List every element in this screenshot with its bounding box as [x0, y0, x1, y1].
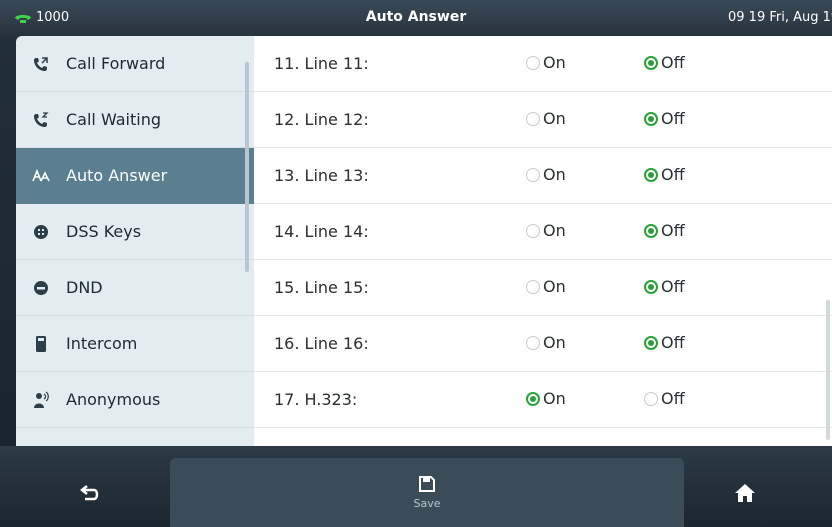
menu-label: Auto Answer [66, 166, 168, 185]
setting-label: 14. Line 14: [274, 222, 369, 241]
menu-item-intercom[interactable]: Intercom [16, 316, 254, 372]
dnd-icon [16, 280, 66, 296]
setting-row-line-13: 13. Line 13: On Off [254, 148, 832, 204]
radio-on-label: On [543, 53, 566, 72]
home-icon [735, 483, 755, 502]
dss-keys-icon [16, 224, 66, 240]
radio-off-label: Off [661, 389, 685, 408]
back-button[interactable] [60, 458, 120, 527]
menu-label: Call Waiting [66, 110, 162, 129]
radio-off-label: Off [661, 109, 685, 128]
radio-on[interactable]: On [526, 109, 566, 128]
call-waiting-icon [16, 111, 66, 128]
radio-on[interactable]: On [526, 333, 566, 352]
menu-item-dss-keys[interactable]: DSS Keys [16, 204, 254, 260]
radio-off-label: Off [661, 165, 685, 184]
date-time: 09 19 Fri, Aug 19 [728, 10, 832, 25]
radio-checked-icon [644, 111, 658, 126]
radio-checked-icon [526, 391, 540, 406]
home-button[interactable] [715, 458, 775, 527]
menu-label: Intercom [66, 334, 138, 353]
intercom-icon [16, 335, 66, 353]
menu-item-dnd[interactable]: DND [16, 260, 254, 316]
setting-label: 13. Line 13: [274, 166, 369, 185]
radio-circle-icon [526, 55, 540, 70]
softkey-bar: Save [0, 446, 832, 527]
save-label: Save [413, 497, 441, 510]
radio-checked-icon [644, 55, 658, 70]
setting-label: 12. Line 12: [274, 110, 369, 129]
menu-item-auto-answer[interactable]: Auto Answer [16, 148, 254, 204]
setting-label: 17. H.323: [274, 390, 358, 409]
setting-row-line-15: 15. Line 15: On Off [254, 260, 832, 316]
radio-on[interactable]: On [526, 221, 566, 240]
radio-on[interactable]: On [526, 389, 566, 408]
radio-off-label: Off [661, 53, 685, 72]
setting-row-h323: 17. H.323: On Off [254, 372, 832, 428]
radio-off[interactable]: Off [644, 389, 685, 408]
radio-on[interactable]: On [526, 277, 566, 296]
radio-off[interactable]: Off [644, 221, 685, 240]
radio-on-label: On [543, 277, 566, 296]
page-title: Auto Answer [365, 9, 467, 25]
radio-on[interactable]: On [526, 165, 566, 184]
setting-row-line-12: 12. Line 12: On Off [254, 92, 832, 148]
radio-circle-icon [526, 167, 540, 182]
radio-off[interactable]: Off [644, 109, 685, 128]
radio-checked-icon [644, 167, 658, 182]
menu-item-anonymous[interactable]: Anonymous [16, 372, 254, 428]
radio-circle-icon [526, 279, 540, 294]
radio-checked-icon [644, 279, 658, 294]
menu-item-call-forward[interactable]: Call Forward [16, 36, 254, 92]
setting-row-line-14: 14. Line 14: On Off [254, 204, 832, 260]
menu-label: DSS Keys [66, 222, 142, 241]
back-arrow-icon [79, 484, 99, 500]
auto-answer-settings: 11. Line 11: On Off 12. Line 12: On Off … [254, 36, 832, 446]
radio-checked-icon [644, 223, 658, 238]
radio-on-label: On [543, 221, 566, 240]
phone-screen: 1000 Auto Answer 09 19 Fri, Aug 19 Call … [0, 0, 832, 527]
radio-on-label: On [543, 165, 566, 184]
menu-label: Call Forward [66, 54, 166, 73]
radio-off[interactable]: Off [644, 165, 685, 184]
setting-label: 16. Line 16: [274, 334, 369, 353]
settings-menu: Call Forward Call Waiting Auto Answer DS… [16, 36, 254, 446]
radio-circle-icon [526, 223, 540, 238]
radio-on-label: On [543, 389, 566, 408]
menu-scrollbar[interactable] [245, 62, 249, 272]
radio-on-label: On [543, 333, 566, 352]
radio-checked-icon [644, 335, 658, 350]
setting-row-line-16: 16. Line 16: On Off [254, 316, 832, 372]
radio-circle-icon [526, 111, 540, 126]
setting-label: 15. Line 15: [274, 278, 369, 297]
call-forward-icon [16, 56, 66, 72]
menu-label: Anonymous [66, 390, 161, 409]
setting-label: 11. Line 11: [274, 54, 369, 73]
save-button[interactable]: Save [170, 458, 684, 527]
radio-off-label: Off [661, 277, 685, 296]
radio-off-label: Off [661, 221, 685, 240]
radio-on[interactable]: On [526, 53, 566, 72]
menu-item-call-waiting[interactable]: Call Waiting [16, 92, 254, 148]
save-icon [419, 476, 435, 492]
radio-on-label: On [543, 109, 566, 128]
setting-row-line-11: 11. Line 11: On Off [254, 36, 832, 92]
status-bar: 1000 Auto Answer 09 19 Fri, Aug 19 [0, 0, 832, 38]
radio-off-label: Off [661, 333, 685, 352]
radio-circle-icon [526, 335, 540, 350]
radio-circle-icon [644, 391, 658, 406]
radio-off[interactable]: Off [644, 53, 685, 72]
anonymous-icon [16, 391, 66, 409]
radio-off[interactable]: Off [644, 333, 685, 352]
radio-off[interactable]: Off [644, 277, 685, 296]
auto-answer-icon [16, 168, 66, 183]
content-scrollbar[interactable] [826, 300, 830, 440]
menu-label: DND [66, 278, 103, 297]
